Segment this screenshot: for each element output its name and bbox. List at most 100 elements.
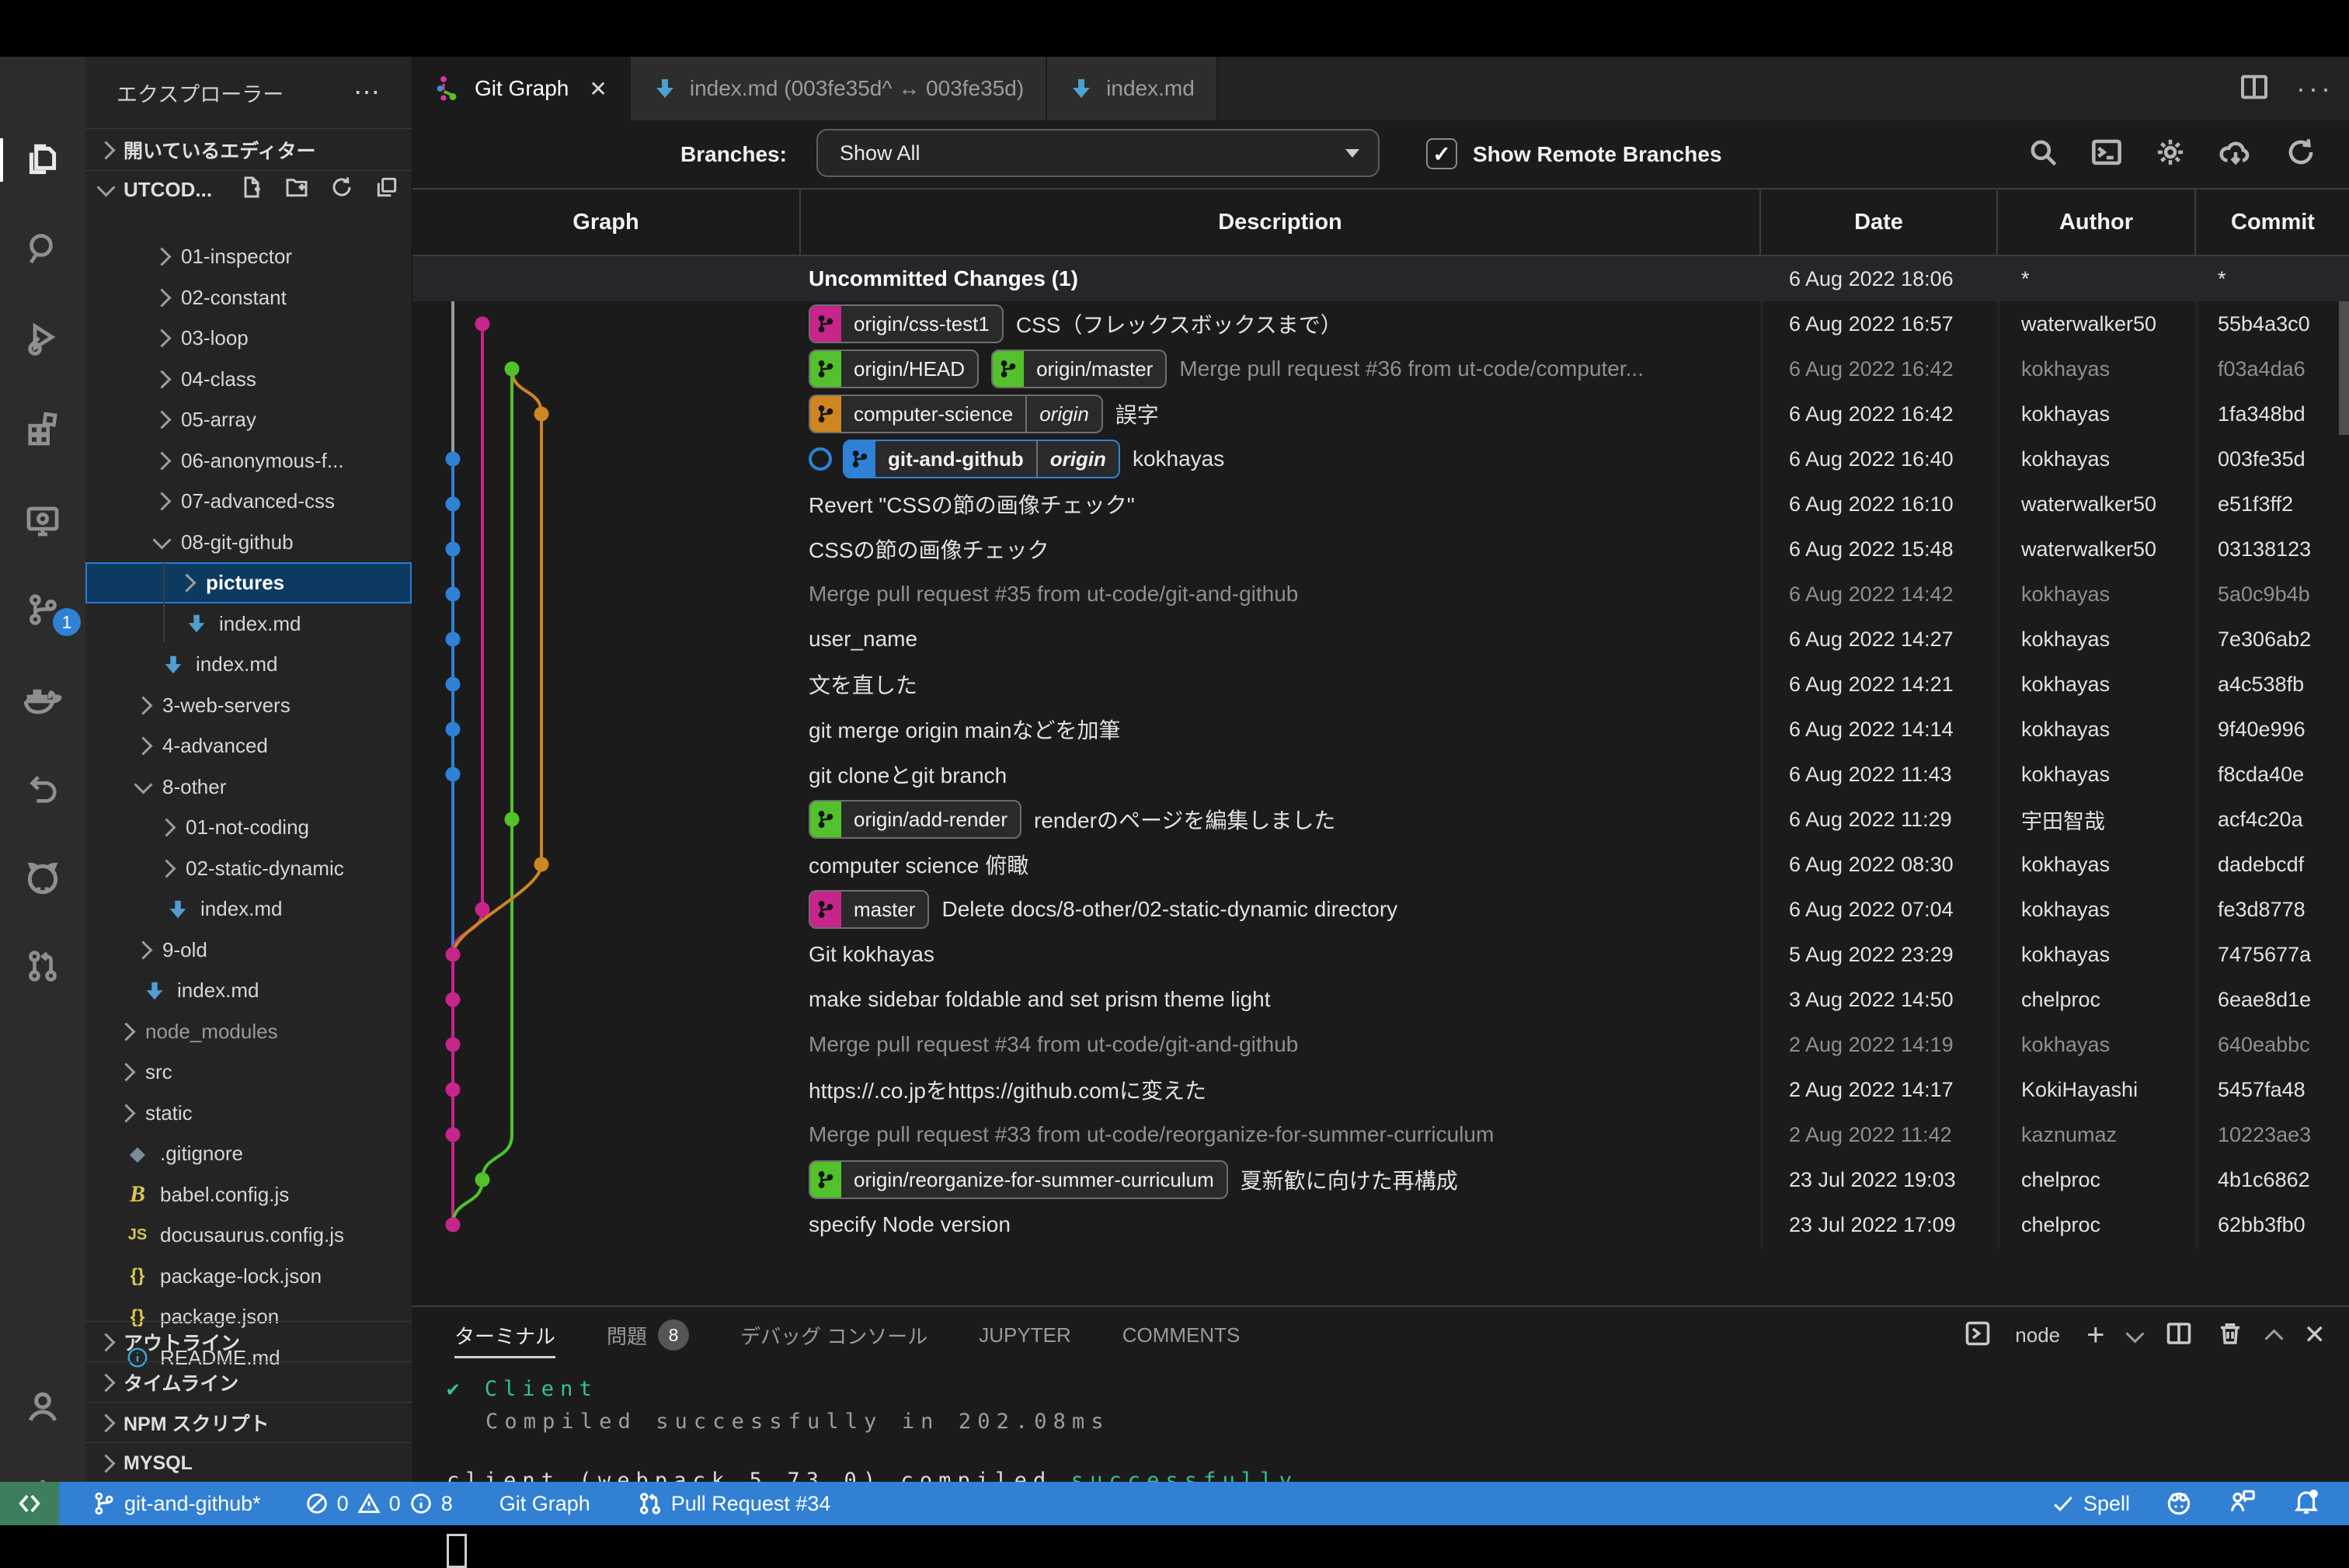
tree-folder-src[interactable]: src [85,1052,412,1093]
maximize-panel-icon[interactable] [2264,1329,2283,1347]
fetch-cloud-icon[interactable] [2218,136,2253,172]
refresh-icon[interactable] [2285,136,2317,172]
undo-arrow-activity-icon[interactable] [0,767,85,811]
tree-folder-pictures[interactable]: pictures [85,562,412,603]
new-terminal-icon[interactable]: + [2086,1318,2104,1353]
branch-badge[interactable]: origin/reorganize-for-summer-curriculum [809,1160,1228,1199]
panel-tab-comments[interactable]: COMMENTS [1122,1307,1241,1363]
kill-terminal-icon[interactable] [2216,1319,2244,1351]
tree-file-index-md[interactable]: index.md [85,970,412,1011]
branch-badge[interactable]: git-and-githuborigin [843,440,1120,478]
commit-row[interactable]: Merge pull request #35 from ut-code/git-… [412,572,2349,617]
branch-badge[interactable]: origin/master [991,349,1167,388]
chevron-down-icon[interactable] [2125,1324,2144,1343]
close-panel-icon[interactable]: ✕ [2304,1319,2326,1351]
commit-row[interactable]: git cloneとgit branch6 Aug 2022 11:43kokh… [412,752,2349,797]
commit-row[interactable]: make sidebar foldable and set prism them… [412,977,2349,1022]
tree-file-index-md[interactable]: index.md [85,888,412,930]
tree-file-index-md[interactable]: index.md [85,603,412,645]
split-terminal-icon[interactable] [2165,1319,2193,1351]
branch-badge[interactable]: origin/css-test1 [809,304,1004,343]
tree-folder-4-advanced[interactable]: 4-advanced [85,725,412,767]
status-notifications-bell-icon[interactable] [2292,1486,2321,1521]
status-git-graph[interactable]: Git Graph [499,1492,590,1516]
tab-git-graph[interactable]: Git Graph✕ [412,57,631,120]
docker-activity-icon[interactable] [0,678,85,721]
tree-file-index-md[interactable]: index.md [85,644,412,685]
commit-row[interactable]: Git kokhayas5 Aug 2022 23:29kokhayas7475… [412,932,2349,977]
status-feedback-icon[interactable] [2228,1486,2257,1521]
branches-dropdown[interactable]: Show All [816,129,1380,177]
settings-gear-icon[interactable] [2154,136,2187,172]
tree-file-babel-config-js[interactable]: Bbabel.config.js [85,1174,412,1215]
commit-row[interactable]: git merge origin mainなどを加筆6 Aug 2022 14:… [412,707,2349,752]
tree-folder-08-git-github[interactable]: 08-git-github [85,522,412,563]
tree-file-docusaurus-config-js[interactable]: JSdocusaurus.config.js [85,1215,412,1256]
split-editor-icon[interactable] [2239,71,2270,106]
tree-folder-06-anonymous-f-[interactable]: 06-anonymous-f... [85,440,412,482]
tab-index-md-003fe35d-003fe35d-[interactable]: index.md (003fe35d^ ↔ 003fe35d) [631,57,1047,120]
remote-explorer-activity-icon[interactable] [0,499,85,543]
section--[interactable]: アウトライン [85,1321,412,1362]
uncommitted-row[interactable]: Uncommitted Changes (1)6 Aug 2022 18:06*… [412,256,2349,301]
commit-row[interactable]: specify Node version23 Jul 2022 17:09che… [412,1202,2349,1247]
commit-row[interactable]: Revert "CSSの節の画像チェック"6 Aug 2022 16:10wat… [412,482,2349,527]
pull-request-activity-icon[interactable] [0,944,85,988]
commit-row[interactable]: 文を直した6 Aug 2022 14:21kokhayasa4c538fb [412,662,2349,707]
panel-tab--[interactable]: デバッグ コンソール [740,1307,927,1363]
github-activity-icon[interactable] [0,856,85,899]
tree-folder-3-web-servers[interactable]: 3-web-servers [85,685,412,726]
tree-folder-04-class[interactable]: 04-class [85,359,412,400]
show-remote-branches-checkbox[interactable]: ✓ [1426,138,1457,169]
tree-folder-02-constant[interactable]: 02-constant [85,277,412,318]
terminal-output[interactable]: ✔ ClientCompiled successfully in 202.08m… [447,1369,2311,1483]
tree-folder-8-other[interactable]: 8-other [85,767,412,808]
status-branch[interactable]: git-and-github* [92,1491,261,1516]
close-tab-icon[interactable]: ✕ [589,76,607,102]
tree-file--gitignore[interactable]: ◆.gitignore [85,1133,412,1174]
branch-badge[interactable]: computer-scienceorigin [809,395,1103,433]
account-activity-icon[interactable] [0,1385,85,1428]
commit-row[interactable]: computer-scienceorigin誤字6 Aug 2022 16:42… [412,391,2349,436]
tree-folder-node-modules[interactable]: node_modules [85,1011,412,1052]
commit-row[interactable]: https://.co.jpをhttps://github.comに変えた2 A… [412,1067,2349,1112]
shell-name[interactable]: node [2015,1323,2060,1347]
section--[interactable]: タイムライン [85,1361,412,1403]
branch-badge[interactable]: origin/HEAD [809,349,979,388]
commit-row[interactable]: origin/reorganize-for-summer-curriculum夏… [412,1157,2349,1202]
panel-tab--[interactable]: 問題8 [607,1307,689,1363]
tree-folder-07-advanced-css[interactable]: 07-advanced-css [85,481,412,522]
tree-folder-static[interactable]: static [85,1093,412,1134]
status-spell-checker[interactable]: Spell [2051,1491,2130,1516]
commit-row[interactable]: Merge pull request #33 from ut-code/reor… [412,1112,2349,1157]
search-icon[interactable] [2027,136,2059,172]
commit-row[interactable]: origin/add-renderrenderのページを編集しました6 Aug … [412,797,2349,842]
commit-row[interactable]: origin/css-test1CSS（フレックスボックスまで）6 Aug 20… [412,301,2349,346]
terminal-icon[interactable] [2090,136,2123,172]
status-extension-face-icon[interactable] [2164,1486,2194,1521]
commit-row[interactable]: masterDelete docs/8-other/02-static-dyna… [412,887,2349,932]
run-debug-activity-icon[interactable] [0,317,85,360]
new-file-icon[interactable] [239,175,264,205]
new-folder-icon[interactable] [284,175,309,205]
tree-folder-9-old[interactable]: 9-old [85,930,412,971]
tree-folder-01-not-coding[interactable]: 01-not-coding [85,807,412,848]
branch-badge[interactable]: origin/add-render [809,800,1021,839]
tree-folder-01-inspector[interactable]: 01-inspector [85,236,412,277]
terminal-shell-icon[interactable] [1964,1319,1992,1351]
status-problems[interactable]: 0 0 8 [304,1491,453,1516]
explorer-activity-icon[interactable] [0,138,85,182]
section-mysql[interactable]: MYSQL [85,1442,412,1482]
extensions-activity-icon[interactable] [0,406,85,450]
status-pull-request[interactable]: Pull Request #34 [637,1490,831,1517]
workspace-section-header[interactable]: UTCOD... [85,170,412,209]
commit-row[interactable]: git-and-githuboriginkokhayas6 Aug 2022 1… [412,436,2349,482]
panel-tab-jupyter[interactable]: JUPYTER [979,1307,1070,1363]
commit-row[interactable]: origin/HEADorigin/masterMerge pull reque… [412,346,2349,391]
tree-file-package-lock-json[interactable]: {}package-lock.json [85,1256,412,1297]
search-activity-icon[interactable] [0,227,85,270]
collapse-folders-icon[interactable] [374,175,399,205]
tree-folder-02-static-dynamic[interactable]: 02-static-dynamic [85,848,412,889]
tree-folder-05-array[interactable]: 05-array [85,399,412,440]
section-npm-[interactable]: NPM スクリプト [85,1402,412,1443]
